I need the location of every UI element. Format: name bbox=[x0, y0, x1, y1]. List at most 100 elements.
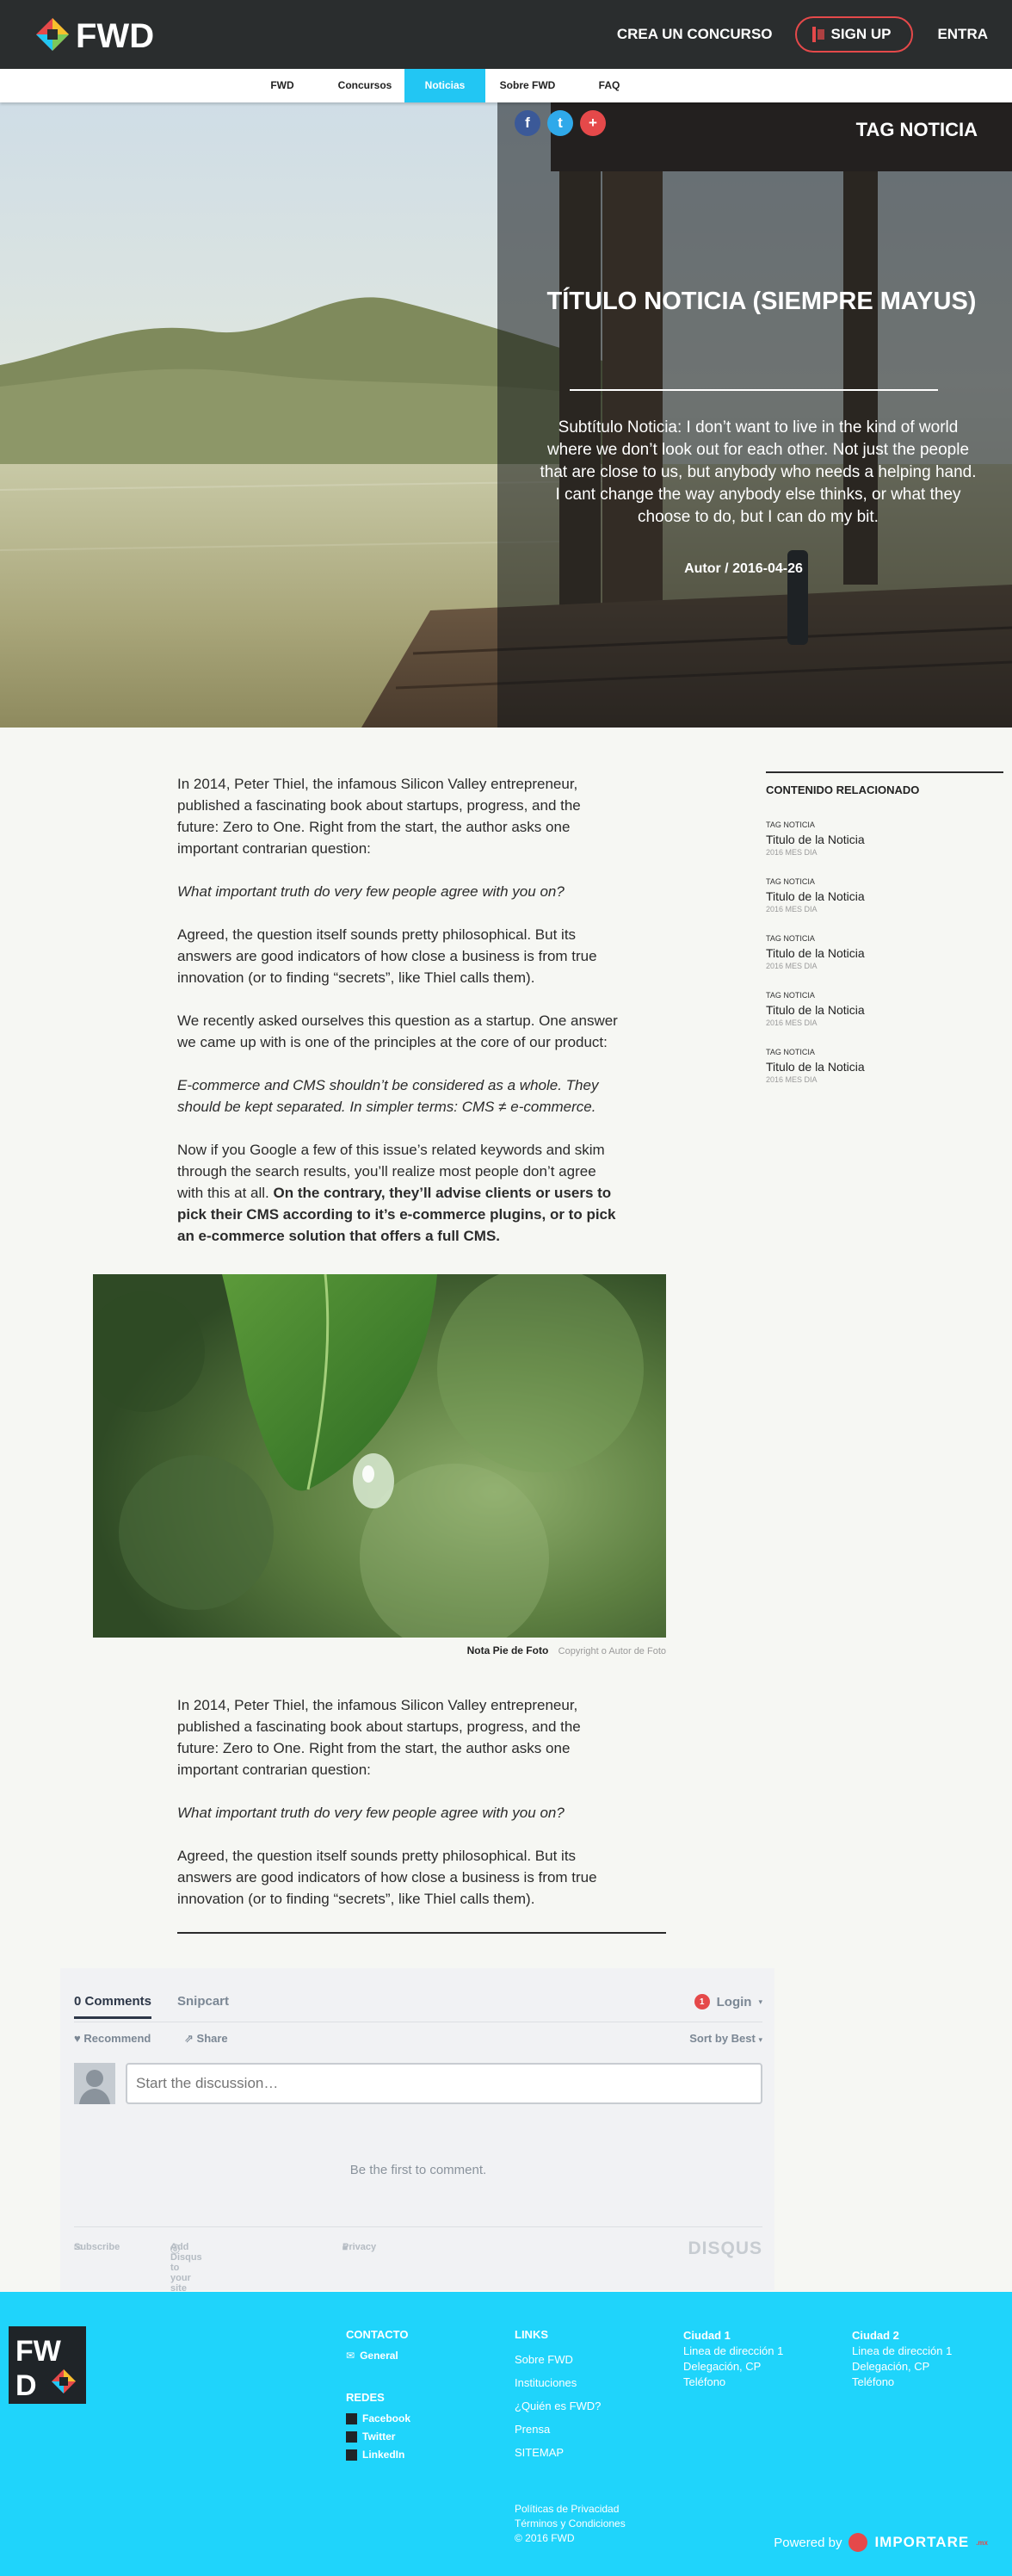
footer-link[interactable]: Sobre FWD bbox=[515, 2353, 601, 2366]
contact-general-label: General bbox=[360, 2350, 398, 2362]
twitter-share-icon[interactable]: t bbox=[547, 110, 573, 136]
tab-fwd[interactable]: FWD bbox=[256, 69, 308, 102]
related-date: 2016 MES DIA bbox=[766, 1075, 818, 1084]
article-title: TÍTULO NOTICIA (SIEMPRE MAYUS) bbox=[546, 288, 977, 315]
twitter-icon bbox=[346, 2430, 357, 2443]
signup-button[interactable]: SIGN UP bbox=[794, 16, 914, 53]
related-date: 2016 MES DIA bbox=[766, 1019, 818, 1027]
related-content-sidebar: CONTENIDO RELACIONADO TAG NOTICIA Titulo… bbox=[766, 771, 1003, 1084]
address-line: Teléfono bbox=[852, 2375, 895, 2388]
related-tag: TAG NOTICIA bbox=[766, 820, 815, 829]
leaf-image bbox=[93, 1274, 666, 1638]
notification-badge: 1 bbox=[694, 1994, 710, 2009]
quote: What important truth do very few people … bbox=[177, 883, 565, 900]
site-footer: FW D CONTACTO ✉ General REDES Facebook Tw… bbox=[0, 2292, 1012, 2576]
facebook-link[interactable]: Facebook bbox=[346, 2412, 410, 2424]
login-dropdown[interactable]: 1 Login ▾ bbox=[694, 1994, 762, 2009]
related-item[interactable]: TAG NOTICIA Titulo de la Noticia 2016 ME… bbox=[766, 820, 1003, 857]
svg-text:FWD: FWD bbox=[76, 17, 154, 54]
more-share-icon[interactable]: + bbox=[580, 110, 606, 136]
contact-general-link[interactable]: ✉ General bbox=[346, 2350, 410, 2362]
tab-comments[interactable]: 0 Comments bbox=[74, 1994, 151, 2009]
linkedin-icon bbox=[346, 2449, 357, 2461]
sidebar-title: CONTENIDO RELACIONADO bbox=[766, 783, 920, 796]
photo-copyright: Copyright o Autor de Foto bbox=[558, 1646, 666, 1656]
address-line: Delegación, CP bbox=[852, 2360, 930, 2373]
related-title[interactable]: Titulo de la Noticia bbox=[766, 946, 1003, 960]
city-name: Ciudad 2 bbox=[852, 2329, 899, 2342]
legal-links: Políticas de Privacidad Términos y Condi… bbox=[515, 2502, 626, 2546]
active-tab-indicator bbox=[74, 2016, 151, 2019]
page: FWD CREA UN CONCURSO SIGN UP ENTRA FWD C… bbox=[0, 0, 1012, 2576]
fwd-logo[interactable]: FWD bbox=[34, 15, 189, 54]
powered-by[interactable]: Powered by IMPORTARE .mx bbox=[774, 2533, 988, 2552]
avatar bbox=[74, 2063, 115, 2104]
related-item[interactable]: TAG NOTICIA Titulo de la Noticia 2016 ME… bbox=[766, 991, 1003, 1027]
contact-heading: CONTACTO bbox=[346, 2328, 409, 2341]
comment-input[interactable] bbox=[126, 2063, 762, 2104]
share-icon: ⇗ bbox=[184, 2032, 194, 2045]
sidebar-divider bbox=[766, 771, 1003, 773]
address-line: Linea de dirección 1 bbox=[683, 2344, 784, 2357]
related-tag: TAG NOTICIA bbox=[766, 877, 815, 886]
tab-noticias[interactable]: Noticias bbox=[404, 69, 485, 102]
article-subtitle: Subtítulo Noticia: I don’t want to live … bbox=[540, 418, 977, 526]
footer-logo[interactable]: FW D bbox=[9, 2326, 86, 2404]
share-button[interactable]: ⇗ Share bbox=[184, 2032, 228, 2046]
share-label: Share bbox=[196, 2032, 228, 2045]
svg-text:D: D bbox=[15, 2369, 37, 2402]
top-header: FWD CREA UN CONCURSO SIGN UP ENTRA bbox=[0, 0, 1012, 69]
article-body-continued: In 2014, Peter Thiel, the infamous Silic… bbox=[177, 1694, 625, 1931]
sort-dropdown[interactable]: Sort by Best ▾ bbox=[689, 2032, 762, 2045]
paragraph: In 2014, Peter Thiel, the infamous Silic… bbox=[177, 1697, 581, 1778]
related-title[interactable]: Titulo de la Noticia bbox=[766, 833, 1003, 846]
related-title[interactable]: Titulo de la Noticia bbox=[766, 1060, 1003, 1074]
facebook-label: Facebook bbox=[362, 2412, 411, 2424]
footer-link[interactable]: SITEMAP bbox=[515, 2446, 601, 2459]
linkedin-link[interactable]: LinkedIn bbox=[346, 2449, 410, 2461]
related-item[interactable]: TAG NOTICIA Titulo de la Noticia 2016 ME… bbox=[766, 877, 1003, 913]
footer-link[interactable]: Instituciones bbox=[515, 2376, 601, 2389]
terms-link[interactable]: Términos y Condiciones bbox=[515, 2517, 626, 2531]
related-date: 2016 MES DIA bbox=[766, 962, 818, 970]
hero-banner: f t + bbox=[0, 102, 1012, 728]
related-title[interactable]: Titulo de la Noticia bbox=[766, 889, 1003, 903]
article-photo bbox=[93, 1274, 666, 1638]
comments-widget: 0 Comments Snipcart 1 Login ▾ ♥ Recommen… bbox=[60, 1968, 774, 2294]
article-end-divider bbox=[177, 1932, 666, 1934]
chevron-down-icon: ▾ bbox=[758, 2035, 762, 2044]
footer-city-1: Ciudad 1 Linea de dirección 1 Delegación… bbox=[683, 2328, 783, 2390]
tab-concursos[interactable]: Concursos bbox=[327, 69, 403, 102]
importare-name: IMPORTARE bbox=[874, 2534, 970, 2550]
login-link[interactable]: ENTRA bbox=[937, 26, 988, 43]
links-heading: LINKS bbox=[515, 2328, 548, 2341]
importare-tld: .mx bbox=[976, 2538, 988, 2547]
tab-snipcart[interactable]: Snipcart bbox=[177, 1994, 229, 2009]
user-icon bbox=[79, 2070, 110, 2104]
facebook-share-icon[interactable]: f bbox=[515, 110, 540, 136]
related-item[interactable]: TAG NOTICIA Titulo de la Noticia 2016 ME… bbox=[766, 934, 1003, 970]
footer-contact: CONTACTO ✉ General REDES Facebook Twitter… bbox=[346, 2328, 410, 2461]
create-contest-link[interactable]: CREA UN CONCURSO bbox=[617, 26, 773, 43]
disqus-logo[interactable]: DISQUS bbox=[688, 2239, 762, 2259]
twitter-link[interactable]: Twitter bbox=[346, 2430, 410, 2443]
footer-link[interactable]: ¿Quién es FWD? bbox=[515, 2400, 601, 2412]
subscribe-label: Subscribe bbox=[74, 2242, 120, 2252]
linkedin-label: LinkedIn bbox=[362, 2449, 405, 2461]
privacy-label: Privacy bbox=[342, 2242, 377, 2252]
footer-link[interactable]: Prensa bbox=[515, 2423, 601, 2436]
section-nav: FWD Concursos Noticias Sobre FWD FAQ bbox=[0, 69, 1012, 102]
related-title[interactable]: Titulo de la Noticia bbox=[766, 1003, 1003, 1017]
hero-divider bbox=[570, 389, 938, 391]
paragraph: Agreed, the question itself sounds prett… bbox=[177, 926, 597, 986]
related-tag: TAG NOTICIA bbox=[766, 934, 815, 943]
privacy-policy-link[interactable]: Políticas de Privacidad bbox=[515, 2502, 626, 2517]
tab-sobre-fwd[interactable]: Sobre FWD bbox=[492, 69, 563, 102]
paragraph: Now if you Google a few of this issue’s … bbox=[177, 1139, 625, 1247]
mail-icon: ✉ bbox=[346, 2350, 355, 2362]
recommend-button[interactable]: ♥ Recommend bbox=[74, 2032, 151, 2045]
paragraph: We recently asked ourselves this questio… bbox=[177, 1012, 618, 1050]
related-item[interactable]: TAG NOTICIA Titulo de la Noticia 2016 ME… bbox=[766, 1048, 1003, 1084]
tab-faq[interactable]: FAQ bbox=[582, 69, 637, 102]
chevron-down-icon: ▾ bbox=[758, 1997, 762, 2006]
